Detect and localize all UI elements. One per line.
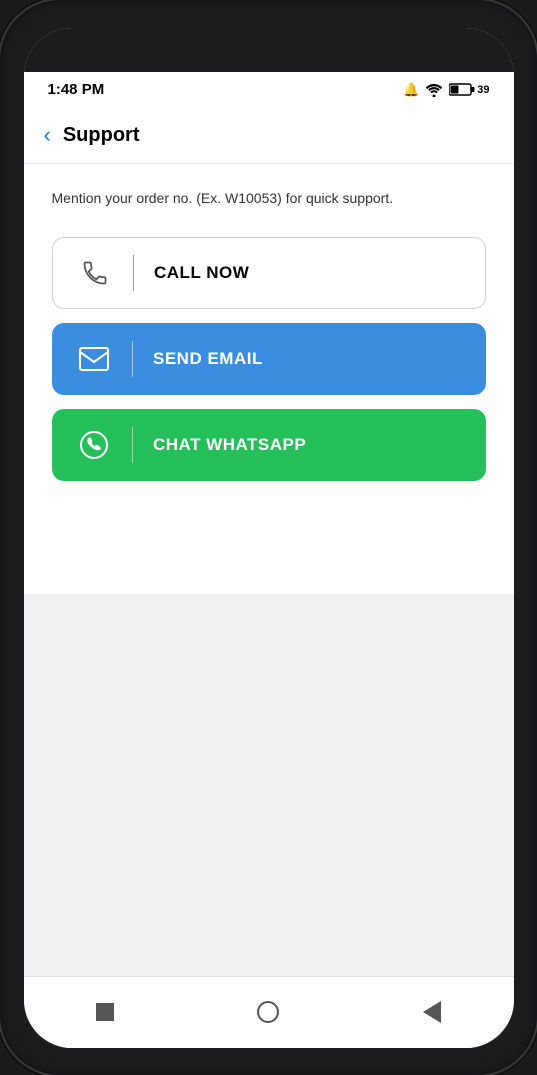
send-email-button[interactable]: SEND EMAIL bbox=[52, 323, 486, 395]
whatsapp-divider bbox=[132, 427, 134, 463]
gray-area bbox=[24, 594, 514, 976]
phone-frame: 1:48 PM 🔔 39 bbox=[0, 0, 537, 1075]
notification-icon: 🔔 bbox=[403, 82, 419, 98]
back-nav-icon bbox=[423, 1001, 441, 1023]
bottom-navigation bbox=[24, 976, 514, 1048]
call-divider bbox=[133, 255, 135, 291]
battery-text: 39 bbox=[477, 84, 489, 96]
phone-icon bbox=[77, 255, 113, 291]
email-button-label: SEND EMAIL bbox=[153, 349, 263, 369]
notch-area bbox=[24, 28, 514, 72]
description-text: Mention your order no. (Ex. W10053) for … bbox=[52, 188, 486, 209]
email-icon bbox=[76, 341, 112, 377]
notch bbox=[194, 28, 344, 56]
square-icon bbox=[96, 1003, 114, 1021]
call-button-label: CALL NOW bbox=[154, 263, 249, 283]
whatsapp-button-label: CHAT WHATSAPP bbox=[153, 435, 306, 455]
whatsapp-icon bbox=[76, 427, 112, 463]
app-header: ‹ Support bbox=[24, 108, 514, 164]
call-now-button[interactable]: CALL NOW bbox=[52, 237, 486, 309]
nav-home-button[interactable] bbox=[254, 998, 282, 1026]
battery-indicator: 39 bbox=[449, 83, 489, 96]
nav-square-button[interactable] bbox=[91, 998, 119, 1026]
nav-back-button[interactable] bbox=[418, 998, 446, 1026]
back-button[interactable]: ‹ bbox=[44, 124, 51, 146]
whatsapp-button[interactable]: CHAT WHATSAPP bbox=[52, 409, 486, 481]
phone-screen: 1:48 PM 🔔 39 bbox=[24, 28, 514, 1048]
status-time: 1:48 PM bbox=[48, 81, 105, 98]
home-icon bbox=[257, 1001, 279, 1023]
status-icons: 🔔 39 bbox=[403, 82, 489, 98]
buttons-container: CALL NOW SEND EMAIL bbox=[52, 237, 486, 481]
wifi-icon bbox=[425, 83, 443, 97]
email-divider bbox=[132, 341, 134, 377]
page-title: Support bbox=[63, 124, 140, 147]
status-bar: 1:48 PM 🔔 39 bbox=[24, 72, 514, 108]
main-content: Mention your order no. (Ex. W10053) for … bbox=[24, 164, 514, 594]
